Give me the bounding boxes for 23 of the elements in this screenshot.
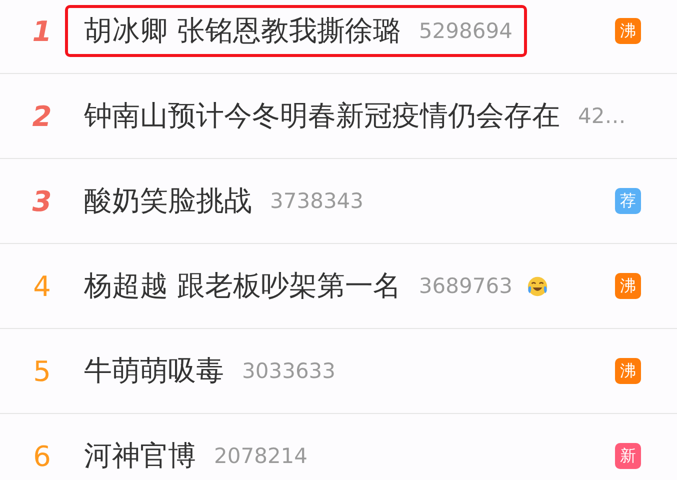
topic-title[interactable]: 杨超越 跟老板吵架第一名 xyxy=(84,267,401,305)
hot-badge: 荐 xyxy=(615,188,641,214)
hot-badge: 沸 xyxy=(615,273,641,299)
heat-count: 42… xyxy=(578,104,626,128)
rank-number: 5 xyxy=(32,354,52,388)
rank-number: 1 xyxy=(31,14,53,48)
heat-count: 3738343 xyxy=(270,189,364,213)
topic-title[interactable]: 胡冰卿 张铭恩教我撕徐璐 xyxy=(84,12,401,50)
topic-title[interactable]: 牛萌萌吸毒 xyxy=(84,352,224,390)
topic-title[interactable]: 酸奶笑脸挑战 xyxy=(84,182,252,220)
rank-number: 4 xyxy=(32,270,52,302)
heat-count: 2078214 xyxy=(214,444,308,468)
heat-count: 3033633 xyxy=(242,359,336,383)
topic-title[interactable]: 河神官博 xyxy=(84,437,196,475)
hot-badge: 新 xyxy=(615,443,641,469)
hot-badge: 沸 xyxy=(615,18,641,44)
hot-badge: 沸 xyxy=(615,358,641,384)
topic-title[interactable]: 钟南山预计今冬明春新冠疫情仍会存在 xyxy=(84,97,560,135)
rank-number: 3 xyxy=(31,184,53,218)
rank-number: 2 xyxy=(31,100,53,132)
rank-number: 6 xyxy=(32,440,52,472)
heat-count: 3689763 xyxy=(418,274,512,298)
heat-count: 5298694 xyxy=(418,19,512,43)
